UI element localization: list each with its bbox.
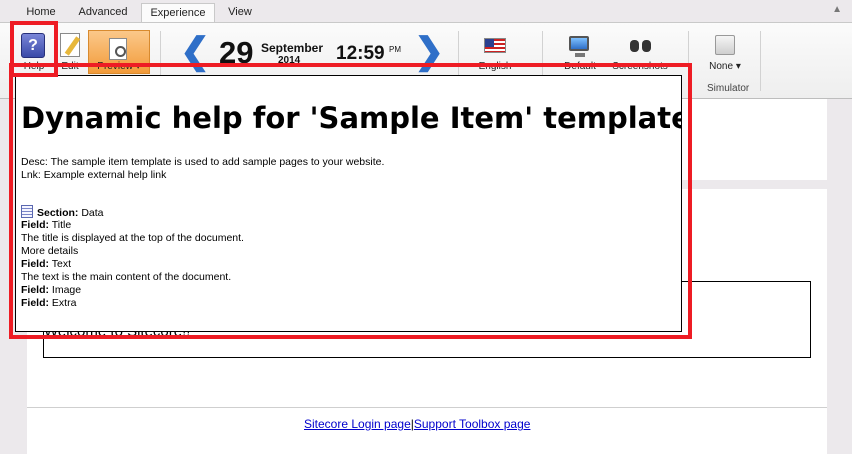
- simulator-group-label: Simulator: [707, 83, 750, 94]
- simulator-dropdown[interactable]: None ▾: [700, 23, 750, 75]
- flag-us-icon: [484, 38, 506, 53]
- tab-home[interactable]: Home: [18, 3, 64, 23]
- date-month: September: [261, 41, 324, 55]
- time-display: 12:59: [336, 43, 385, 64]
- time-ampm: PM: [389, 45, 401, 54]
- ribbon-separator: [760, 31, 761, 91]
- simulator-value: None ▾: [709, 61, 741, 72]
- page-margin-right: [827, 99, 852, 454]
- preview-icon: [109, 38, 127, 60]
- tab-view[interactable]: View: [220, 3, 260, 23]
- tab-advanced[interactable]: Advanced: [72, 3, 134, 23]
- ribbon-collapse-icon[interactable]: ▲: [832, 4, 842, 15]
- help-popup-highlight: [9, 63, 692, 339]
- tab-experience[interactable]: Experience: [141, 3, 215, 23]
- ribbon-tab-strip: Home Advanced Experience View ▲: [0, 0, 852, 23]
- sitecore-login-link[interactable]: Sitecore Login page: [304, 417, 411, 431]
- footer-links: Sitecore Login page|Support Toolbox page: [304, 417, 530, 431]
- monitor-icon: [569, 36, 589, 57]
- edit-icon: [60, 33, 80, 57]
- binoculars-icon: [630, 37, 652, 53]
- support-toolbox-link[interactable]: Support Toolbox page: [414, 417, 531, 431]
